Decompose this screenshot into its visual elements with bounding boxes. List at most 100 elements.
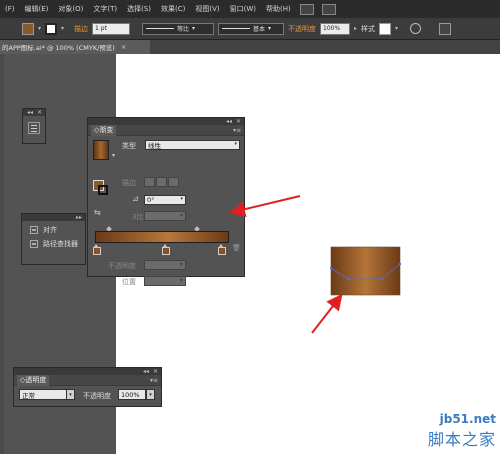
profile-label: 等比: [177, 26, 190, 33]
menu-select[interactable]: 选择(S): [122, 4, 156, 14]
panel-item-pathfinder-label: 路径查找器: [43, 240, 78, 248]
menu-edit[interactable]: 编辑(E): [20, 4, 54, 14]
transparency-controls: 正常 ▾ 不透明度 100% ▾: [14, 386, 161, 406]
stroke-across-icon[interactable]: [168, 177, 179, 187]
stop-location-field: [144, 276, 186, 286]
chevron-down-icon: ▾: [192, 25, 196, 32]
panel-item-align-label: 对齐: [43, 226, 57, 234]
collapse-icon[interactable]: ◂◂: [226, 118, 232, 125]
bridge-icon[interactable]: [299, 3, 314, 15]
tab-transparency-label: 透明度: [25, 376, 47, 384]
transparency-panel: ◂◂ ✕ ◇ 透明度 ▾≡ 正常 ▾ 不透明度 100% ▾: [13, 367, 162, 407]
panel-menu-icon[interactable]: ▾≡: [233, 127, 241, 134]
blend-mode-select[interactable]: 正常: [19, 389, 67, 400]
chevron-down-icon[interactable]: ▾: [38, 25, 41, 32]
gradient-slider[interactable]: [95, 231, 229, 243]
location-label: 位置: [122, 278, 136, 286]
menu-object[interactable]: 对象(O): [53, 4, 88, 14]
gradient-rectangle-shape[interactable]: [330, 246, 401, 296]
chevron-down-icon: ▾: [268, 25, 272, 32]
menu-icon[interactable]: [28, 122, 40, 134]
watermark-site: jb51.net: [439, 412, 496, 426]
menu-effect[interactable]: 效果(C): [156, 4, 190, 14]
panel-item-pathfinder[interactable]: 路径查找器: [22, 235, 85, 249]
menu-view[interactable]: 视图(V): [190, 4, 224, 14]
opacity-field[interactable]: 100%: [118, 389, 146, 400]
stroke-gradient-buttons: [144, 177, 179, 187]
gradient-type-select[interactable]: 线性 ▾: [145, 140, 240, 150]
close-icon[interactable]: ✕: [236, 118, 241, 125]
gradient-stop[interactable]: [218, 244, 226, 255]
angle-field[interactable]: 0° ▾: [144, 195, 186, 205]
gradient-type-value: 线性: [148, 142, 161, 150]
gradient-preview-swatch[interactable]: [93, 140, 109, 160]
close-icon[interactable]: ×: [121, 43, 126, 51]
chevron-down-icon[interactable]: ▾: [395, 25, 398, 32]
tools-edge: [0, 54, 4, 454]
arrange-documents-icon[interactable]: [321, 3, 336, 15]
chevron-down-icon[interactable]: ▾: [146, 389, 155, 400]
trash-icon[interactable]: 🗑: [232, 244, 241, 252]
chevron-down-icon[interactable]: ▾: [112, 152, 115, 159]
collapse-icon[interactable]: ◂◂: [143, 368, 149, 375]
panel-item-align[interactable]: 对齐: [22, 221, 85, 235]
document-title: 的APP图标.ai* @ 100% (CMYK/预览): [2, 44, 115, 52]
opacity-label[interactable]: 不透明度: [288, 24, 316, 34]
fill-swatch[interactable]: [22, 22, 34, 35]
stroke-label: 描边: [122, 179, 136, 187]
brush-definition-select[interactable]: 基本 ▾: [218, 22, 285, 35]
align-icon: [30, 226, 38, 234]
stroke-indicator[interactable]: [98, 185, 108, 195]
menu-bar: (F) 编辑(E) 对象(O) 文字(T) 选择(S) 效果(C) 视图(V) …: [0, 0, 500, 18]
blend-mode-value: 正常: [22, 391, 35, 400]
align-pathfinder-panel: ▸▸ 对齐 路径查找器: [21, 213, 86, 265]
aspect-ratio-field: [144, 211, 186, 221]
tab-transparency[interactable]: ◇ 透明度: [17, 374, 50, 386]
panel-tab-row: ◇ 渐变 ▾≡: [88, 124, 244, 136]
stroke-along-icon[interactable]: [156, 177, 167, 187]
stroke-within-icon[interactable]: [144, 177, 155, 187]
variable-width-profile-select[interactable]: 等比 ▾: [142, 22, 215, 35]
stop-opacity-field: [144, 260, 186, 270]
graphic-style-swatch[interactable]: [379, 22, 392, 35]
document-tab[interactable]: 的APP图标.ai* @ 100% (CMYK/预览) ×: [0, 40, 150, 54]
gradient-stop[interactable]: [93, 244, 101, 255]
style-label: 样式: [361, 24, 376, 33]
chevron-down-icon[interactable]: ▾: [66, 389, 75, 400]
aspect-ratio-label: 3比: [132, 213, 144, 221]
reverse-gradient-icon[interactable]: ⇆: [94, 208, 101, 217]
align-to-icon[interactable]: [439, 22, 452, 35]
opacity-label: 不透明度: [108, 262, 136, 270]
expand-icon[interactable]: ◂◂: [27, 109, 33, 116]
angle-icon: ⊿: [132, 194, 139, 203]
panel-topbar[interactable]: ▸▸: [22, 214, 85, 221]
stroke-weight-value: 1 pt: [95, 25, 107, 32]
stroke-weight-field[interactable]: 1 pt: [92, 22, 131, 35]
tab-gradient[interactable]: ◇ 渐变: [91, 124, 117, 136]
pathfinder-icon: [30, 240, 38, 248]
angle-value: 0°: [147, 196, 155, 204]
menu-window[interactable]: 窗口(W): [225, 4, 261, 14]
close-icon[interactable]: ✕: [37, 109, 42, 116]
watermark: jb51.net 脚本之家: [428, 412, 496, 450]
chevron-down-icon[interactable]: ▾: [61, 25, 64, 32]
opacity-label: 不透明度: [83, 392, 111, 400]
opacity-field[interactable]: 100%: [320, 22, 351, 35]
chevron-down-icon: ▾: [180, 196, 183, 202]
stroke-label[interactable]: 描边: [74, 24, 88, 34]
brush-label: 基本: [253, 26, 266, 33]
tab-gradient-label: 渐变: [99, 126, 114, 134]
chevron-right-icon[interactable]: ▸: [354, 25, 357, 32]
menu-file[interactable]: (F): [0, 5, 20, 13]
stroke-swatch[interactable]: [45, 22, 58, 35]
recolor-artwork-icon[interactable]: [410, 23, 422, 34]
panel-tab-row: ◇ 透明度 ▾≡: [14, 374, 161, 386]
menu-type[interactable]: 文字(T): [88, 4, 122, 14]
expand-icon[interactable]: ▸▸: [76, 214, 82, 221]
panel-topbar[interactable]: ◂◂ ✕: [23, 109, 45, 116]
chevron-down-icon: ▾: [234, 141, 237, 147]
gradient-stop[interactable]: [162, 244, 170, 255]
menu-help[interactable]: 帮助(H): [261, 4, 296, 14]
close-icon[interactable]: ✕: [153, 368, 158, 375]
panel-menu-icon[interactable]: ▾≡: [150, 377, 158, 384]
